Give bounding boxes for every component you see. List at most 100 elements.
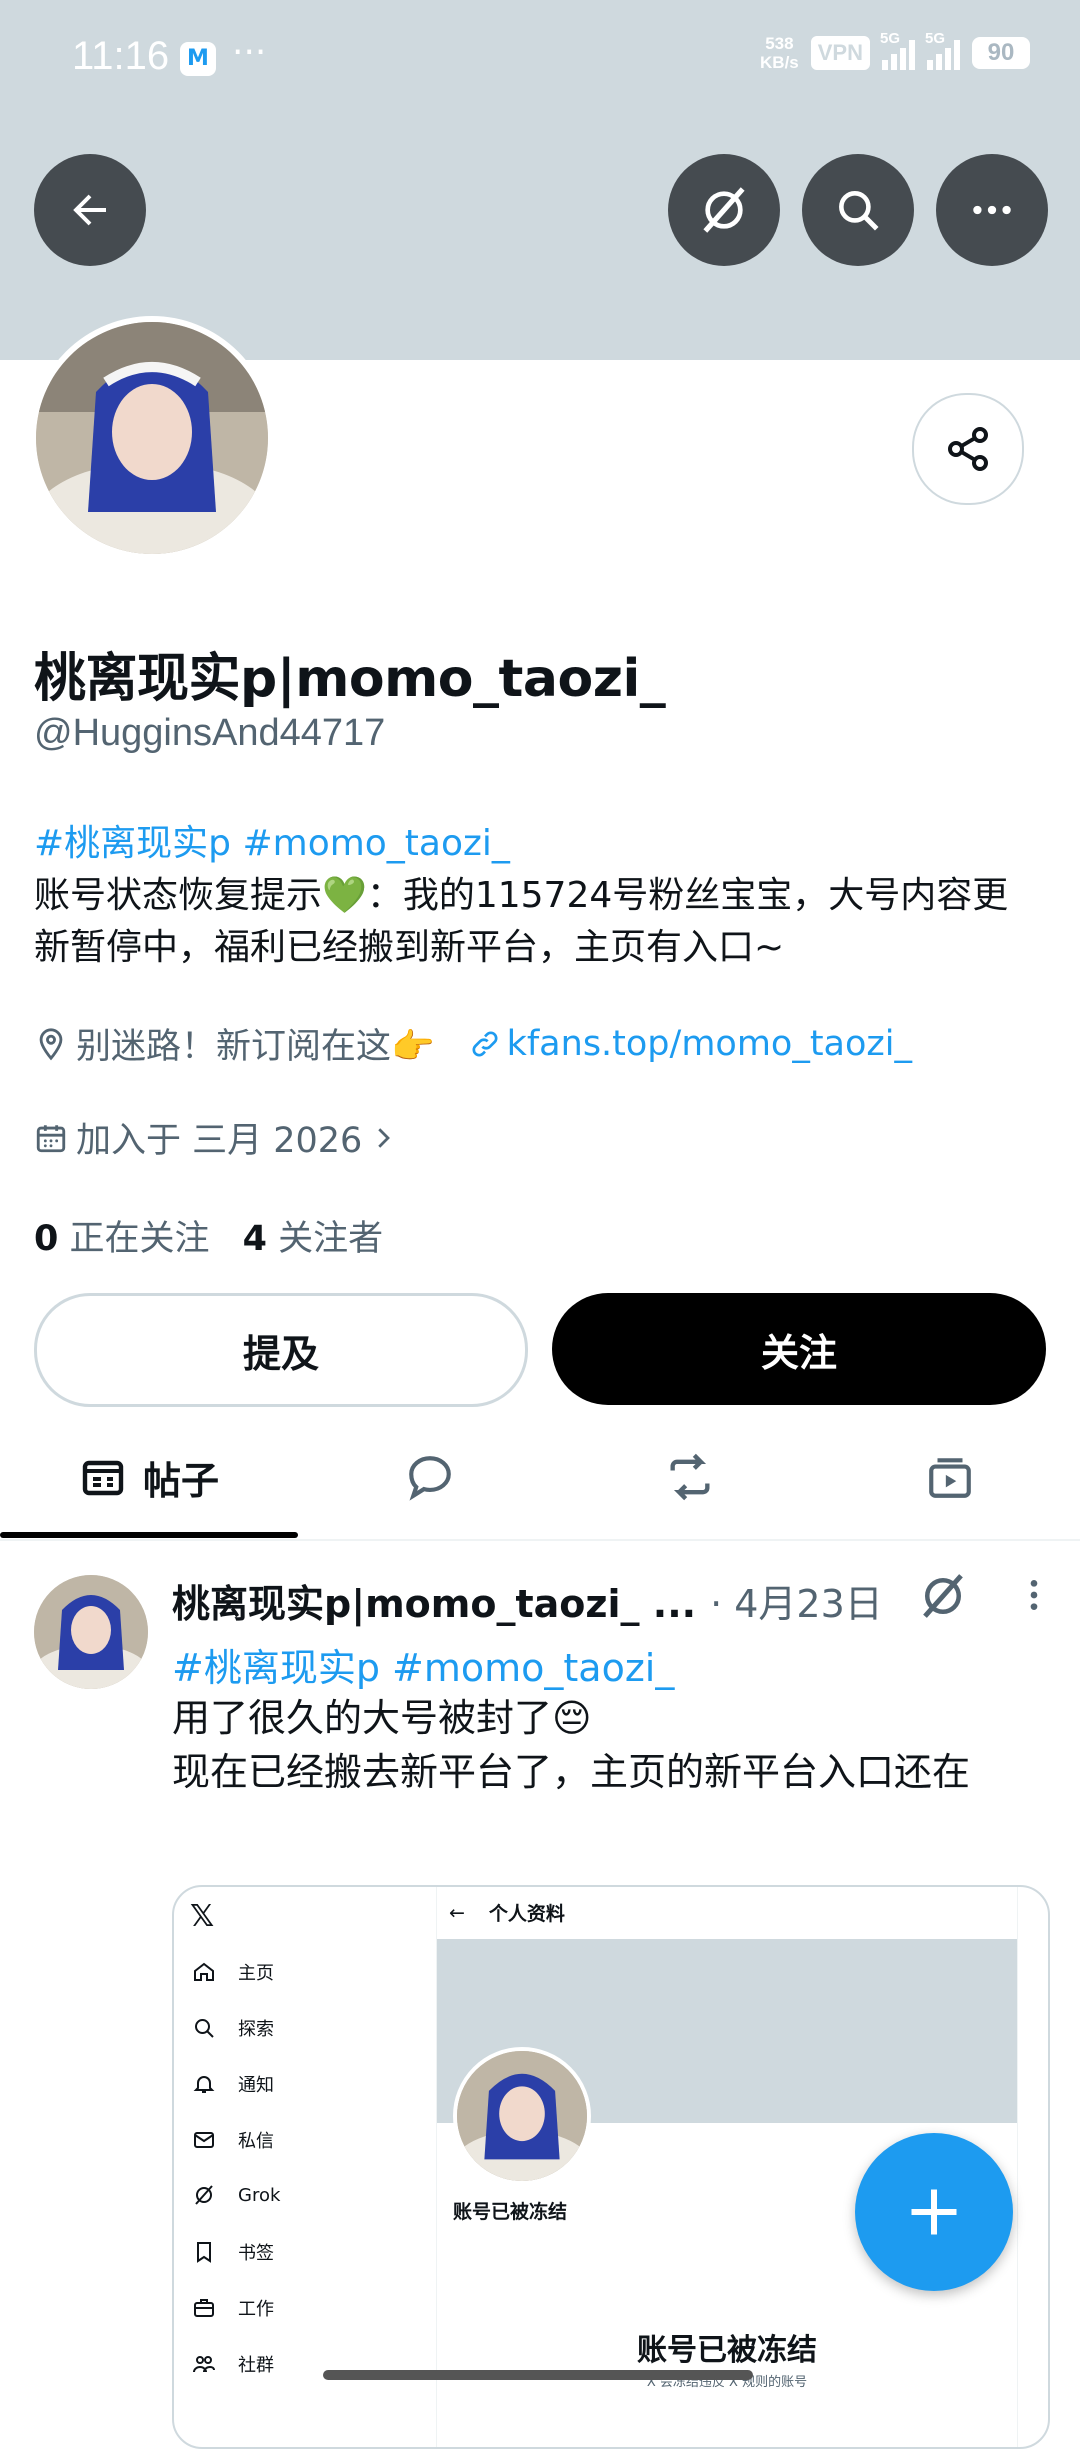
- embed-sidebar: 𝕏 主页 探索 通知 私信 Grok 书签 工作 社群: [174, 1887, 436, 2447]
- location-icon: [39, 1027, 63, 1060]
- followers-label: 关注者: [278, 1219, 384, 1259]
- home-indicator[interactable]: [323, 2370, 753, 2380]
- profile-avatar[interactable]: [30, 316, 274, 560]
- post-header: 桃离现实p|momo_taozi_ ... · 4月23日: [172, 1573, 1052, 1628]
- embed-frozen-small: 账号已被冻结: [453, 2201, 568, 2223]
- embed-nav-label: 通知: [238, 2075, 274, 2096]
- repost-icon: [670, 1453, 710, 1501]
- tab-posts-label: 帖子: [142, 1458, 219, 1503]
- status-time: 11:16: [72, 34, 170, 78]
- signal-icon: 5G: [880, 30, 915, 70]
- status-bar: 11:16 M ··· 538 KB/s VPN 5G 5G 90: [0, 0, 1080, 120]
- back-button[interactable]: [34, 154, 146, 266]
- location-text: 别迷路！新订阅在这👉: [76, 1027, 435, 1067]
- embed-nav-bookmarks: 书签: [192, 2239, 274, 2265]
- search-button[interactable]: [802, 154, 914, 266]
- replies-icon: [409, 1456, 451, 1501]
- link-icon: [472, 1031, 498, 1056]
- embed-nav-home: 主页: [192, 1959, 274, 1985]
- post-avatar[interactable]: [34, 1575, 148, 1689]
- embed-nav-label: 主页: [238, 1963, 274, 1984]
- embed-nav-communities: 社群: [192, 2351, 274, 2377]
- embed-nav-grok: Grok: [192, 2183, 280, 2207]
- signal-label: 5G: [880, 30, 901, 47]
- tab-posts[interactable]: 帖子: [0, 1415, 298, 1539]
- media-icon: [929, 1458, 971, 1498]
- search-icon: [195, 2019, 214, 2038]
- tab-replies[interactable]: [330, 1415, 530, 1539]
- share-button[interactable]: [912, 393, 1024, 505]
- post-text-line2: 现在已经搬去新平台了，主页的新平台入口还在: [172, 1750, 971, 1794]
- plus-icon: [911, 2189, 957, 2235]
- active-tab-indicator: [0, 1532, 298, 1538]
- grok-icon: [703, 187, 745, 233]
- embed-nav-messages: 私信: [192, 2127, 274, 2153]
- more-button[interactable]: [936, 154, 1048, 266]
- following-label: 正在关注: [69, 1219, 210, 1259]
- bell-icon: [193, 2076, 215, 2093]
- home-icon: [194, 1962, 214, 1981]
- embed-nav-jobs: 工作: [192, 2295, 274, 2321]
- embed-frozen-title: 账号已被冻结: [637, 2333, 817, 2368]
- embed-header-title: 个人资料: [488, 1903, 565, 1925]
- embed-nav-label: 工作: [238, 2299, 274, 2320]
- calendar-icon: [36, 1124, 66, 1152]
- vpn-badge: VPN: [810, 36, 870, 70]
- profile-tabs: 帖子: [0, 1415, 1080, 1541]
- chevron-right-icon: [378, 1127, 391, 1148]
- grok-icon: [195, 2185, 213, 2205]
- follow-button[interactable]: 关注: [552, 1293, 1046, 1405]
- post-date[interactable]: · 4月23日: [710, 1573, 883, 1628]
- network-speed-unit: KB/s: [760, 53, 799, 72]
- embed-nav-label: 书签: [238, 2243, 274, 2264]
- post-text: 用了很久的大号被封了😔 现在已经搬去新平台了，主页的新平台入口还在: [172, 1691, 1032, 1799]
- website-link[interactable]: kfans.top/momo_taozi_: [507, 1024, 912, 1064]
- profile-bio: #桃离现实p #momo_taozi_ 账号状态恢复提示💚：我的115724号粉…: [34, 818, 1044, 974]
- gmail-notification-icon: M: [180, 42, 216, 76]
- user-handle: @HugginsAnd44717: [34, 712, 386, 754]
- location-website-row: 别迷路！新订阅在这👉 kfans.top/momo_taozi_: [34, 1018, 912, 1069]
- bio-hashtags[interactable]: #桃离现实p #momo_taozi_: [34, 818, 1044, 870]
- post-author-name[interactable]: 桃离现实p|momo_taozi_ ...: [172, 1573, 696, 1628]
- embed-nav-label: 探索: [238, 2019, 274, 2040]
- network-speed-value: 538: [765, 34, 794, 53]
- battery-icon: 90: [972, 37, 1030, 69]
- embed-avatar: [453, 2047, 591, 2185]
- status-indicators: 538 KB/s VPN 5G 5G 90: [760, 30, 1030, 72]
- joined-date: 加入于 三月 2026: [76, 1121, 363, 1161]
- embed-nav-label: Grok: [238, 2184, 281, 2206]
- grok-icon[interactable]: [916, 1569, 970, 1623]
- post-hashtags[interactable]: #桃离现实p #momo_taozi_: [172, 1637, 674, 1692]
- communities-icon: [193, 2356, 215, 2373]
- network-speed: 538 KB/s: [760, 34, 799, 72]
- joined-row[interactable]: 加入于 三月 2026: [34, 1112, 398, 1163]
- tab-media[interactable]: [850, 1415, 1050, 1539]
- mention-button[interactable]: 提及: [34, 1293, 528, 1407]
- embed-nav-label: 社群: [238, 2355, 274, 2376]
- back-arrow-icon: [73, 194, 106, 226]
- bio-text: 账号状态恢复提示💚：我的115724号粉丝宝宝，大号内容更新暂停中，福利已经搬到…: [34, 875, 1009, 968]
- following-count: 0: [34, 1219, 59, 1259]
- post-avatar-image: [34, 1575, 148, 1689]
- grok-button[interactable]: [668, 154, 780, 266]
- following-stat[interactable]: 0 正在关注: [34, 1219, 210, 1259]
- more-notifications-icon: ···: [232, 32, 267, 73]
- avatar-image: [36, 322, 268, 554]
- mail-icon: [194, 2132, 214, 2148]
- followers-stat[interactable]: 4 关注者: [243, 1219, 384, 1259]
- x-logo-icon: 𝕏: [190, 1899, 215, 1934]
- search-icon: [839, 191, 879, 231]
- bookmark-icon: [197, 2242, 211, 2263]
- more-icon: [973, 205, 1011, 215]
- post-more-icon[interactable]: [1014, 1575, 1054, 1615]
- display-name: 桃离现实p|momo_taozi_: [34, 649, 666, 709]
- post-text-line1: 用了很久的大号被封了😔: [172, 1696, 592, 1740]
- tab-reposts[interactable]: [590, 1415, 790, 1539]
- follow-stats: 0 正在关注 4 关注者: [34, 1210, 383, 1261]
- embed-header: ← 个人资料: [449, 1899, 565, 1926]
- signal-label-2: 5G: [925, 30, 946, 47]
- embed-nav-explore: 探索: [192, 2015, 274, 2041]
- briefcase-icon: [194, 2299, 214, 2317]
- back-arrow-icon: ←: [449, 1901, 465, 1924]
- compose-button[interactable]: [855, 2133, 1013, 2291]
